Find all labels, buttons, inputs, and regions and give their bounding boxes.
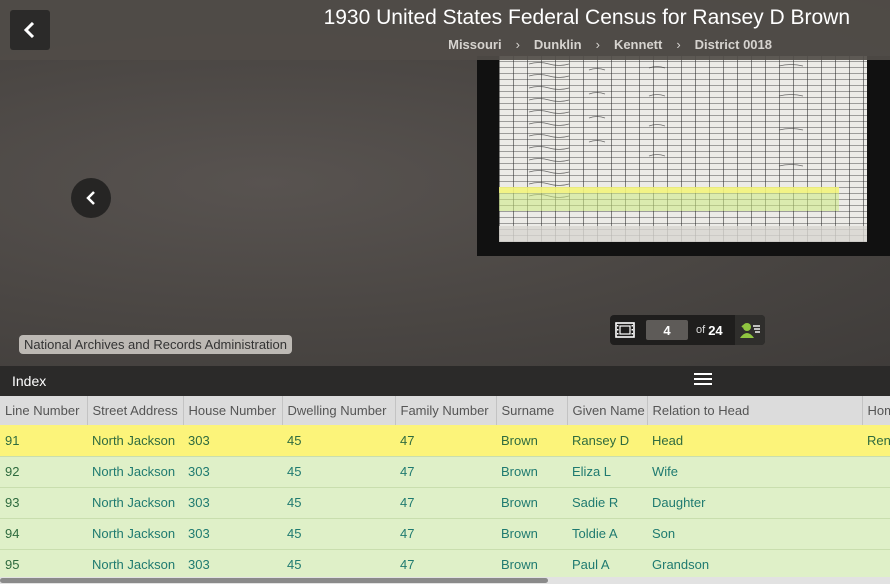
column-header-relation-to-head[interactable]: Relation to Head: [647, 396, 863, 425]
breadcrumb-separator: ›: [595, 37, 600, 52]
breadcrumb-separator: ›: [515, 37, 520, 52]
page-number-input[interactable]: [646, 320, 688, 340]
cell-surname: Brown: [496, 549, 567, 581]
breadcrumb: Missouri › Dunklin › Kennett › District …: [448, 37, 772, 52]
source-label: National Archives and Records Administra…: [19, 335, 293, 354]
cell-house-number: 303: [183, 518, 282, 550]
cell-dwelling-number: 45: [282, 549, 395, 581]
cell-surname: Brown: [496, 456, 567, 488]
cell-dwelling-number: 45: [282, 425, 395, 457]
index-table: Line Number Street Address House Number …: [0, 396, 890, 584]
page-title: 1930 United States Federal Census for Ra…: [323, 6, 850, 29]
total-pages: 24: [708, 322, 723, 338]
header-bar: 1930 United States Federal Census for Ra…: [0, 0, 890, 60]
cell-house-number: 303: [183, 456, 282, 488]
column-header-surname[interactable]: Surname: [496, 396, 568, 425]
index-menu-button[interactable]: [694, 373, 712, 387]
cell-dwelling-number: 45: [282, 487, 395, 519]
table-row[interactable]: 92 North Jackson 303 45 47 Brown Eliza L…: [0, 456, 890, 488]
column-header-family-number[interactable]: Family Number: [395, 396, 497, 425]
hamburger-menu-icon: [694, 373, 712, 375]
cell-surname: Brown: [496, 425, 567, 457]
table-row[interactable]: 95 North Jackson 303 45 47 Brown Paul A …: [0, 549, 890, 581]
breadcrumb-state[interactable]: Missouri: [448, 37, 501, 52]
cell-street-address: North Jackson: [87, 518, 183, 550]
attach-to-tree-button[interactable]: [735, 315, 765, 345]
filmstrip-button[interactable]: [610, 315, 640, 345]
column-header-dwelling-number[interactable]: Dwelling Number: [282, 396, 396, 425]
cell-house-number: 303: [183, 487, 282, 519]
cell-street-address: North Jackson: [87, 456, 183, 488]
column-header-house-number[interactable]: House Number: [183, 396, 283, 425]
image-pager: of 24: [610, 315, 765, 345]
cell-home: [862, 518, 890, 550]
cell-line-number: 92: [0, 456, 87, 488]
selected-line-highlight: [499, 187, 839, 193]
cell-relation-to-head: Wife: [647, 456, 862, 488]
breadcrumb-county[interactable]: Dunklin: [534, 37, 582, 52]
cell-relation-to-head: Grandson: [647, 549, 862, 581]
cell-relation-to-head: Head: [647, 425, 862, 457]
handwriting-marks: [499, 62, 867, 242]
back-button[interactable]: [10, 10, 50, 50]
table-row[interactable]: 93 North Jackson 303 45 47 Brown Sadie R…: [0, 487, 890, 519]
cell-line-number: 95: [0, 549, 87, 581]
column-header-line-number[interactable]: Line Number: [0, 396, 88, 425]
cell-relation-to-head: Daughter: [647, 487, 862, 519]
cell-dwelling-number: 45: [282, 456, 395, 488]
cell-surname: Brown: [496, 518, 567, 550]
scrollbar-thumb[interactable]: [0, 578, 548, 583]
column-header-home[interactable]: Hom: [862, 396, 890, 425]
cell-surname: Brown: [496, 487, 567, 519]
census-record-image[interactable]: [477, 56, 890, 256]
cell-given-name: Paul A: [567, 549, 647, 581]
cell-line-number: 93: [0, 487, 87, 519]
cell-family-number: 47: [395, 518, 496, 550]
chevron-left-icon: [23, 22, 35, 38]
column-header-given-name[interactable]: Given Name: [567, 396, 648, 425]
census-page-scan: [499, 56, 867, 242]
cell-line-number: 91: [0, 425, 87, 457]
cell-family-number: 47: [395, 487, 496, 519]
table-row[interactable]: 91 North Jackson 303 45 47 Brown Ransey …: [0, 425, 890, 457]
attach-person-icon: [740, 323, 760, 338]
cell-home: [862, 487, 890, 519]
cell-given-name: Ransey D: [567, 425, 647, 457]
breadcrumb-city[interactable]: Kennett: [614, 37, 662, 52]
breadcrumb-district[interactable]: District 0018: [695, 37, 772, 52]
image-viewer[interactable]: 1930 United States Federal Census for Ra…: [0, 0, 890, 366]
cell-street-address: North Jackson: [87, 425, 183, 457]
cell-family-number: 47: [395, 549, 496, 581]
previous-image-button[interactable]: [71, 178, 111, 218]
filmstrip-icon: [615, 322, 635, 338]
chevron-left-icon: [86, 191, 95, 205]
table-header-row: Line Number Street Address House Number …: [0, 396, 890, 425]
cell-house-number: 303: [183, 425, 282, 457]
cell-street-address: North Jackson: [87, 549, 183, 581]
index-bar: Index: [0, 366, 890, 396]
cell-home: [862, 549, 890, 581]
breadcrumb-separator: ›: [676, 37, 681, 52]
cell-given-name: Eliza L: [567, 456, 647, 488]
cell-line-number: 94: [0, 518, 87, 550]
cell-family-number: 47: [395, 456, 496, 488]
cell-street-address: North Jackson: [87, 487, 183, 519]
cell-relation-to-head: Son: [647, 518, 862, 550]
table-row[interactable]: 94 North Jackson 303 45 47 Brown Toldie …: [0, 518, 890, 550]
cell-home: Ren: [862, 425, 890, 457]
of-label: of: [696, 324, 706, 336]
cell-home: [862, 456, 890, 488]
cell-house-number: 303: [183, 549, 282, 581]
index-label: Index: [12, 373, 47, 389]
cell-dwelling-number: 45: [282, 518, 395, 550]
column-header-street-address[interactable]: Street Address: [87, 396, 184, 425]
cell-given-name: Toldie A: [567, 518, 647, 550]
cell-given-name: Sadie R: [567, 487, 647, 519]
horizontal-scrollbar[interactable]: [0, 577, 890, 584]
cell-family-number: 47: [395, 425, 496, 457]
